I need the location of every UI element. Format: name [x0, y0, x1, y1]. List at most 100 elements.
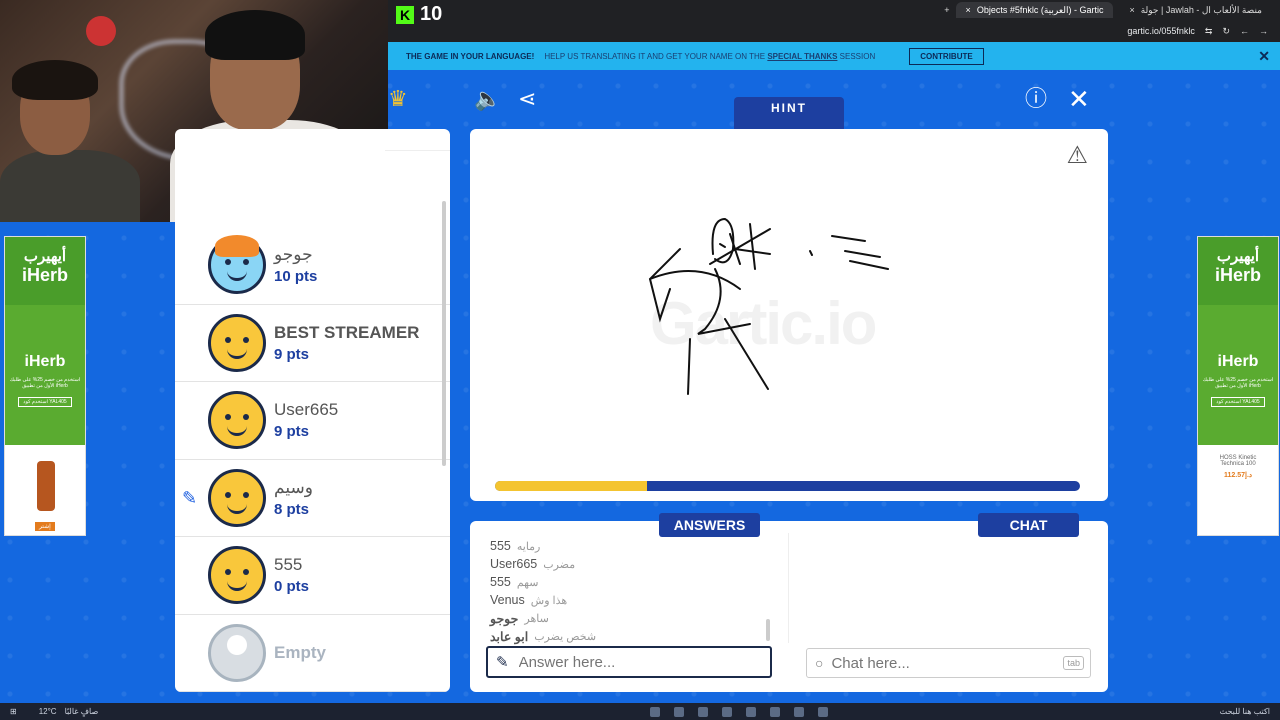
ad-buy-button[interactable]: إشتر [35, 522, 55, 531]
answers-list: 555 رمايه User665 مضرب 555 سهم Venus هذا وش … [490, 537, 770, 645]
exit-icon[interactable]: ✕ [1068, 86, 1090, 112]
ad-product-name: HOSS Kinetic Technica 100 [1219, 455, 1257, 467]
players-panel: جوجو 10 pts BEST STREAMER 9 pts User665 9 p… [175, 129, 450, 692]
player-row[interactable]: ✎ وسيم 8 pts [175, 460, 450, 537]
avatar [208, 391, 266, 450]
weather-desc: صافٍ غالبًا [64, 707, 99, 716]
avatar-empty-icon [208, 623, 266, 682]
address-bar[interactable]: gartic.io/055fnklc ⇆ ↻ ← → [388, 20, 1280, 42]
taskbar-apps [650, 706, 828, 717]
banner-subtitle-text: HELP US TRANSLATING IT AND GET YOUR NAME… [544, 51, 766, 61]
close-icon[interactable]: ✕ [1258, 48, 1270, 65]
translate-icon[interactable]: ⇆ [1205, 26, 1213, 37]
answer-text: ساهر [524, 612, 549, 625]
new-tab-icon[interactable]: + [944, 5, 949, 15]
tab-close-icon[interactable]: × [966, 5, 971, 15]
reload-icon[interactable]: ↻ [1222, 26, 1230, 37]
info-icon[interactable]: ⓘ [1025, 88, 1047, 110]
player-name: جوجو [274, 245, 313, 265]
answer-item: User665 مضرب [490, 555, 770, 573]
players-scroll-spacer [175, 151, 450, 227]
start-icon[interactable]: ⊞ [10, 707, 17, 716]
app-icon[interactable] [746, 706, 756, 717]
player-row[interactable]: BEST STREAMER 9 pts [175, 305, 450, 382]
player-drawing [648, 217, 889, 395]
avatar [208, 468, 266, 527]
back-icon[interactable]: ← [1240, 26, 1249, 36]
answer-field-wrapper[interactable]: ✎ [486, 646, 772, 678]
player-name: وسيم [274, 477, 313, 497]
tab-chat[interactable]: CHAT [978, 513, 1079, 537]
answer-item: Venus هذا وش [490, 591, 770, 609]
chat-field-wrapper[interactable]: ○ tab [806, 648, 1091, 678]
players-scrollbar[interactable] [442, 201, 446, 466]
answer-text: شخص يضرب [534, 630, 597, 643]
browser-tab-jawlah[interactable]: × جولة | Jawlah - منصة الألعاب ال [1119, 2, 1272, 18]
tab-title: Objects #5fnklc (العربية) - Gartic [976, 4, 1104, 15]
taskbar-search[interactable]: اكتب هنا للبحث [1220, 707, 1270, 716]
streamer-2-body [0, 150, 140, 222]
player-row-empty: Empty [175, 615, 450, 692]
os-taskbar: ⊞ 12°C صافٍ غالبًا اكتب هنا للبحث [0, 703, 1280, 720]
weather-temp[interactable]: 12°C [39, 707, 57, 716]
answer-item: جوجو ساهر [490, 609, 770, 627]
banner-subtitle-end: SESSION [839, 51, 876, 61]
app-icon[interactable] [698, 706, 708, 717]
app-icon[interactable] [818, 706, 828, 717]
ad-product: HOSS Kinetic Technica 100 112.57د.إ [1198, 445, 1278, 535]
ad-left[interactable]: أيهيرب iHerb iHerb استخدم من خصم 25% على… [4, 236, 86, 536]
panel-divider [788, 533, 789, 643]
browser-tab-gartic[interactable]: × Objects #5fnklc (العربية) - Gartic [955, 2, 1114, 18]
app-icon[interactable] [650, 706, 660, 717]
browser-chrome: + × Objects #5fnklc (العربية) - Gartic ×… [388, 0, 1280, 42]
streamer-2-hair [12, 60, 98, 100]
answer-user: 555 [490, 539, 511, 553]
ad-logo: iHerb [24, 353, 66, 370]
tab-answers[interactable]: ANSWERS [659, 513, 760, 537]
ad-price: 112.57د.إ [1223, 472, 1253, 479]
answer-user: Venus [490, 593, 525, 607]
streamer-1-hair [205, 10, 305, 60]
ad-header: أيهيرب iHerb [1198, 237, 1278, 305]
share-icon[interactable]: ⋖ [518, 88, 536, 110]
player-name: BEST STREAMER [274, 322, 420, 342]
ad-promo: استخدم من خصم 25% على طلبك الأول من تطبي… [9, 377, 81, 389]
player-row[interactable]: User665 9 pts [175, 382, 450, 460]
crown-icon: ♛ [388, 86, 408, 111]
kick-logo-icon: K [396, 5, 414, 24]
chat-bubble-icon: ○ [815, 655, 824, 671]
browser-tabs: + × Objects #5fnklc (العربية) - Gartic ×… [388, 0, 1280, 20]
answer-text: مضرب [543, 558, 576, 571]
round-timer-bar [495, 481, 1080, 491]
forward-icon[interactable]: → [1259, 26, 1268, 36]
app-icon[interactable] [674, 706, 684, 717]
app-icon[interactable] [722, 706, 732, 717]
special-thanks-link[interactable]: SPECIAL THANKS [767, 52, 837, 61]
answer-user: User665 [490, 557, 538, 571]
banner-subtitle: HELP US TRANSLATING IT AND GET YOUR NAME… [544, 52, 875, 61]
player-row[interactable]: جوجو 10 pts [175, 227, 450, 305]
answer-user: 555 [490, 575, 511, 589]
volume-icon[interactable]: 🔈 [474, 88, 501, 110]
player-row[interactable]: 555 0 pts [175, 537, 450, 615]
report-warning-icon[interactable]: ⚠ [1066, 141, 1088, 170]
player-name: Empty [274, 642, 326, 662]
answer-text: هذا وش [530, 594, 568, 607]
ad-body: iHerb استخدم من خصم 25% على طلبك الأول م… [1198, 305, 1278, 445]
ad-brand-en: iHerb [1214, 264, 1261, 285]
ad-right[interactable]: أيهيرب iHerb iHerb استخدم من خصم 25% على… [1197, 236, 1279, 536]
kick-count: 10 [420, 3, 443, 25]
app-icon[interactable] [770, 706, 780, 717]
answer-user: ابو عابد [490, 629, 529, 644]
answer-input[interactable] [518, 653, 739, 671]
tab-key-hint: tab [1063, 656, 1084, 670]
url-text: gartic.io/055fnklc [1127, 26, 1195, 36]
answers-chat-panel: ANSWERS CHAT 555 رمايه User665 مضرب 555 سهم… [470, 513, 1108, 692]
pencil-icon: ✎ [496, 654, 509, 671]
chat-input[interactable] [831, 654, 1052, 672]
answers-scrollbar[interactable] [766, 619, 770, 641]
app-icon[interactable] [794, 706, 804, 717]
contribute-button[interactable]: CONTRIBUTE [909, 47, 984, 65]
ad-code: استخدم كود YAL405 [18, 397, 72, 407]
tab-close-icon[interactable]: × [1129, 5, 1134, 15]
